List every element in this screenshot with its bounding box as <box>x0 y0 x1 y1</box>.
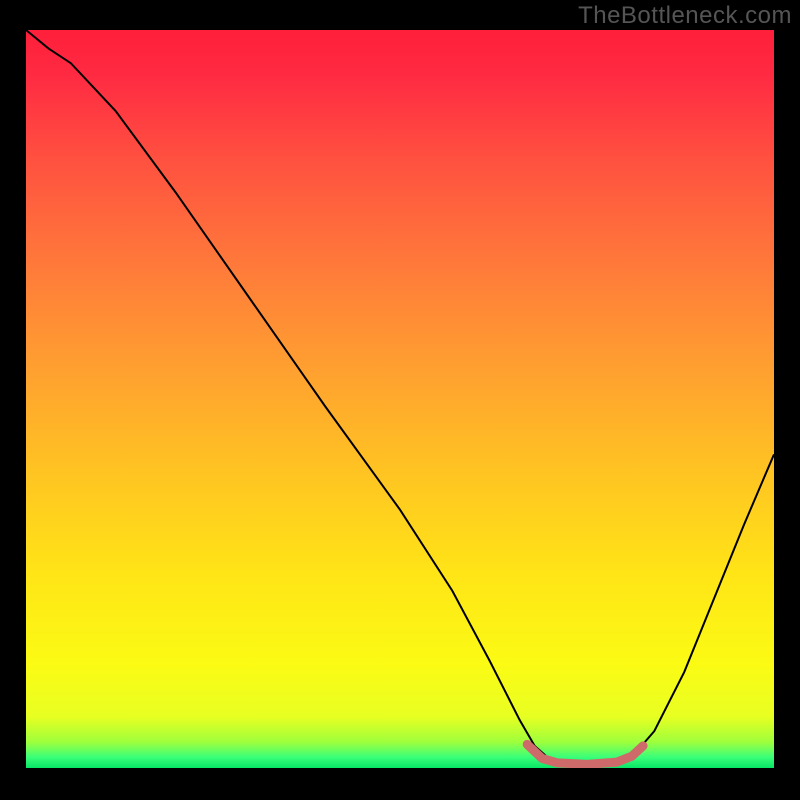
curve-layer <box>26 30 774 768</box>
bottleneck-curve <box>26 30 774 764</box>
chart-area <box>26 30 774 768</box>
watermark-label: TheBottleneck.com <box>578 2 792 30</box>
